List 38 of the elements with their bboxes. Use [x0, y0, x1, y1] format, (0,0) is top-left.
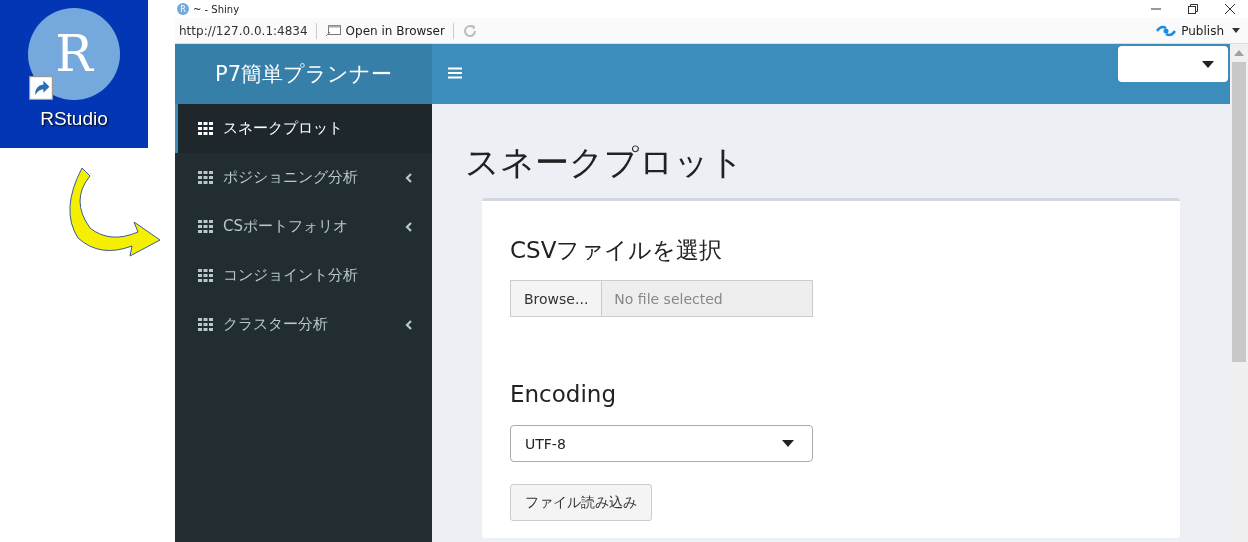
- grid-icon: [198, 269, 213, 282]
- sidebar-item[interactable]: ポジショニング分析: [175, 153, 432, 202]
- field-label: CSVファイルを選択: [510, 236, 724, 265]
- scrollbar[interactable]: [1230, 44, 1248, 542]
- field-label: Encoding: [510, 381, 617, 407]
- open-in-browser-button[interactable]: Open in Browser: [324, 23, 445, 38]
- page-title: スネークプロット: [465, 141, 745, 184]
- grid-icon: [198, 122, 213, 135]
- grid-icon: [198, 318, 213, 331]
- browse-button[interactable]: Browse...: [510, 280, 603, 317]
- grid-icon: [198, 171, 213, 184]
- caret-icon: [1202, 60, 1214, 68]
- scroll-up-icon[interactable]: [1234, 50, 1244, 56]
- sidebar-item[interactable]: CSポートフォリオ: [175, 202, 432, 251]
- load-file-button[interactable]: ファイル読み込み: [510, 484, 652, 521]
- brand-title: P7簡単プランナー: [175, 44, 432, 104]
- publish-button[interactable]: Publish: [1156, 23, 1224, 38]
- app-icon: R: [177, 3, 189, 15]
- caret-icon[interactable]: [1232, 28, 1240, 33]
- caret-icon: [782, 440, 794, 447]
- refresh-icon[interactable]: [461, 22, 478, 39]
- close-icon[interactable]: [1224, 3, 1236, 15]
- encoding-select[interactable]: UTF-8: [510, 425, 813, 462]
- shortcut-label: RStudio: [40, 108, 108, 130]
- file-name-field[interactable]: No file selected: [602, 280, 813, 317]
- menu-icon[interactable]: [448, 67, 462, 79]
- window-title: ~ - Shiny: [193, 3, 240, 15]
- sidebar-item[interactable]: コンジョイント分析: [175, 251, 432, 300]
- logo-icon: R: [28, 8, 120, 100]
- desktop-shortcut[interactable]: R RStudio: [0, 0, 148, 148]
- grid-icon: [198, 220, 213, 233]
- window-icon: [324, 24, 341, 37]
- publish-icon: [1156, 23, 1177, 38]
- shortcut-icon: [29, 76, 53, 100]
- url-text: http://127.0.0.1:4834: [179, 23, 308, 38]
- sidebar-item[interactable]: クラスター分析: [175, 300, 432, 349]
- restore-icon[interactable]: [1187, 3, 1199, 15]
- sidebar-item[interactable]: スネークプロット: [175, 104, 432, 153]
